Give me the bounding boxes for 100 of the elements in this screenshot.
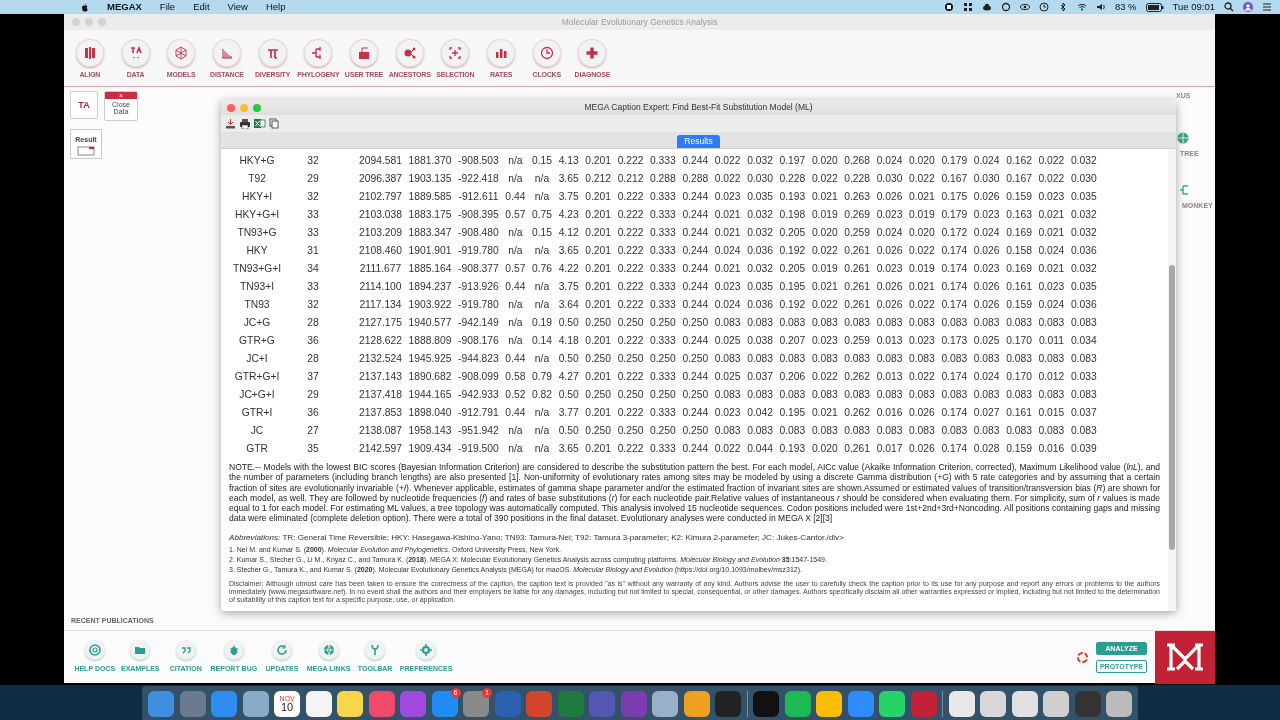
table-cell-text: 0.032 [1069, 208, 1098, 223]
table-cell-text: -919.780 [457, 244, 500, 259]
table-cell-text: 0.261 [843, 244, 872, 259]
tool-icon [402, 46, 417, 60]
tool-icon [82, 46, 97, 60]
table-cell-text: 0.025 [713, 334, 742, 349]
table-cell-text: 0.167 [940, 172, 969, 187]
table-cell-text: 0.250 [649, 424, 677, 439]
table-cell-text: 0.179 [940, 208, 969, 223]
table-cell-text: 0.259 [843, 226, 872, 241]
table-cell-text: 4.23 [557, 208, 580, 223]
table-cell-text: 4.12 [557, 226, 580, 241]
app-icon[interactable] [337, 690, 363, 717]
table-cell-text: 0.206 [778, 370, 807, 385]
app-icon[interactable] [879, 690, 905, 717]
wifi-icon[interactable] [1076, 2, 1087, 12]
table-cell-text: 0.013 [875, 334, 904, 349]
table-cell-text: 0.024 [972, 154, 1001, 169]
table-cell-text: 0.024 [1037, 244, 1066, 259]
note-paragraph: NOTE.-- Models with the lowest BIC scores (Bayesian Information Criterion) are considered to describe the substitution pattern the best. For each model, AICc value (Akaike Information Criterion, corrected), Maximum Likelihood value (lnL), and the number of parameters (including branch lengths) are also presented [1]. Non-uniformity of evolutionary rates among sites may be modeled by using a discrete Gamma distribution (+G) with 5 rate categories and by assuming that a certain fraction of sites are evolutionarily invariable (+I). Whenever applicable, estimates of gamma shape parameter and/or the estimated fraction of invariant sites are shown.Assumed or estimated values of transition/transversion bias (R) are shown for each model, as well. They are followed by nucleotide frequencies (f) and rates of base substitutions (r) for each nucleotide pair.Relative values of instantaneous r should be considered when evaluating them. For simplicity, sum of r values is made equal to 1 for each model. For estimating ML values, a tree topology was automatically computed. This analysis involved 15 nucleotide sequences. Codon positions included were 1st+2nd+3rd+Noncoding. All positions containing gaps and missing data were eliminated (complete deletion option). There were a total of 390 positions in the final dataset. Evolutionary analyses were conducted in MEGA X [2][3] [229, 462, 1160, 524]
table-cell-text: 0.022 [908, 370, 936, 385]
scrollbar[interactable] [1168, 149, 1176, 611]
app-menu[interactable]: MEGAX [107, 0, 142, 15]
table-cell-text: 0.244 [681, 262, 710, 277]
download-text-icon[interactable] [225, 118, 236, 129]
table-cell-text: 0.083 [778, 388, 807, 403]
table-cell-text: 0.083 [1069, 352, 1098, 367]
app-icon[interactable] [980, 690, 1006, 717]
table-cell-text: 0.022 [810, 244, 839, 259]
clock-icon[interactable] [1038, 2, 1049, 12]
table-cell-text: HKY+I [240, 190, 273, 205]
table-cell-text: 0.083 [972, 316, 1001, 331]
table-cell-text: 0.201 [584, 370, 613, 385]
table-cell-text: 0.025 [972, 334, 1001, 349]
volume-icon[interactable] [1095, 2, 1106, 12]
table-cell-text: 0.083 [908, 316, 936, 331]
table-cell-text: 1881.370 [407, 154, 453, 169]
table-cell-text: -913.926 [457, 280, 500, 295]
menu-item[interactable]: File [159, 0, 176, 15]
table-cell-text: 0.023 [713, 406, 742, 421]
menu-icon[interactable] [1262, 2, 1272, 12]
table-cell-text: 2094.581 [358, 154, 403, 169]
search-icon[interactable] [1224, 2, 1234, 12]
table-cell-text: 0.15 [531, 154, 554, 169]
menu-item[interactable]: Edit [193, 0, 210, 15]
table-cell-text: 0.198 [778, 208, 807, 223]
table-cell-text: 0.82 [531, 388, 554, 403]
copy-icon[interactable] [269, 118, 279, 129]
app-icon[interactable] [784, 690, 811, 717]
table-cell-text: 0.032 [746, 262, 774, 277]
app-icon[interactable] [948, 690, 975, 717]
data-icon[interactable]: TA [70, 91, 98, 119]
app-icon[interactable] [242, 690, 269, 717]
app-icon[interactable] [816, 690, 842, 717]
table-cell-text: 0.021 [810, 406, 839, 421]
table-cell-text: 0.250 [681, 316, 710, 331]
table-cell-text: 0.083 [746, 424, 774, 439]
table-cell-text: 0.333 [649, 334, 677, 349]
table-cell-text: 0.021 [810, 280, 839, 295]
table-cell-text: 36 [306, 406, 320, 421]
table-cell-text: 1903.922 [407, 298, 453, 313]
results-tab[interactable]: Results [677, 135, 720, 148]
table-cell-text: 0.261 [843, 298, 872, 313]
eye-icon[interactable] [1019, 2, 1030, 12]
grid-icon[interactable] [962, 2, 973, 12]
table-cell-text: HKY+G+I [233, 208, 281, 223]
spreadsheet-icon[interactable] [254, 118, 266, 129]
table-cell-text: 0.333 [649, 406, 677, 421]
footer-glyph-icon [322, 643, 335, 656]
app-icon[interactable] [1043, 690, 1069, 717]
tree-icon [1178, 184, 1190, 196]
app-icon[interactable] [683, 690, 710, 717]
window-title: Molecular Evolutionary Genetics Analysis [561, 16, 718, 27]
table-cell-text: 0.222 [616, 154, 645, 169]
table-cell-text: 0.261 [843, 262, 872, 277]
lifebuoy-icon[interactable] [1076, 651, 1088, 663]
table-cell-text: 0.030 [1069, 172, 1098, 187]
app-icon[interactable] [305, 690, 332, 717]
table-cell-text: 1958.143 [407, 424, 453, 439]
table-cell-text: 0.083 [778, 424, 807, 439]
app-icon[interactable] [1011, 690, 1038, 717]
table-cell-text: 28 [306, 316, 320, 331]
table-cell-text: 0.020 [810, 226, 839, 241]
table-cell-text: n/a [507, 298, 524, 313]
record-icon[interactable] [943, 2, 954, 12]
avatar-icon[interactable] [1243, 2, 1253, 12]
table-cell-text: n/a [507, 172, 524, 187]
table-cell-text: 0.026 [875, 190, 904, 205]
table-cell-text: 0.023 [972, 262, 1001, 277]
menu-item[interactable]: Help [265, 0, 286, 15]
tool-icon [539, 46, 554, 60]
table-cell-text: JC+I [245, 352, 269, 367]
print-icon[interactable] [239, 118, 251, 129]
app-icon[interactable] [1106, 690, 1132, 717]
menu-item[interactable]: View [227, 0, 248, 15]
table-cell-text: 1944.165 [407, 388, 453, 403]
table-cell-text: 0.201 [584, 244, 613, 259]
cloud-icon[interactable] [981, 2, 992, 12]
table-cell-text: 0.167 [1005, 172, 1033, 187]
app-icon[interactable] [652, 690, 678, 717]
